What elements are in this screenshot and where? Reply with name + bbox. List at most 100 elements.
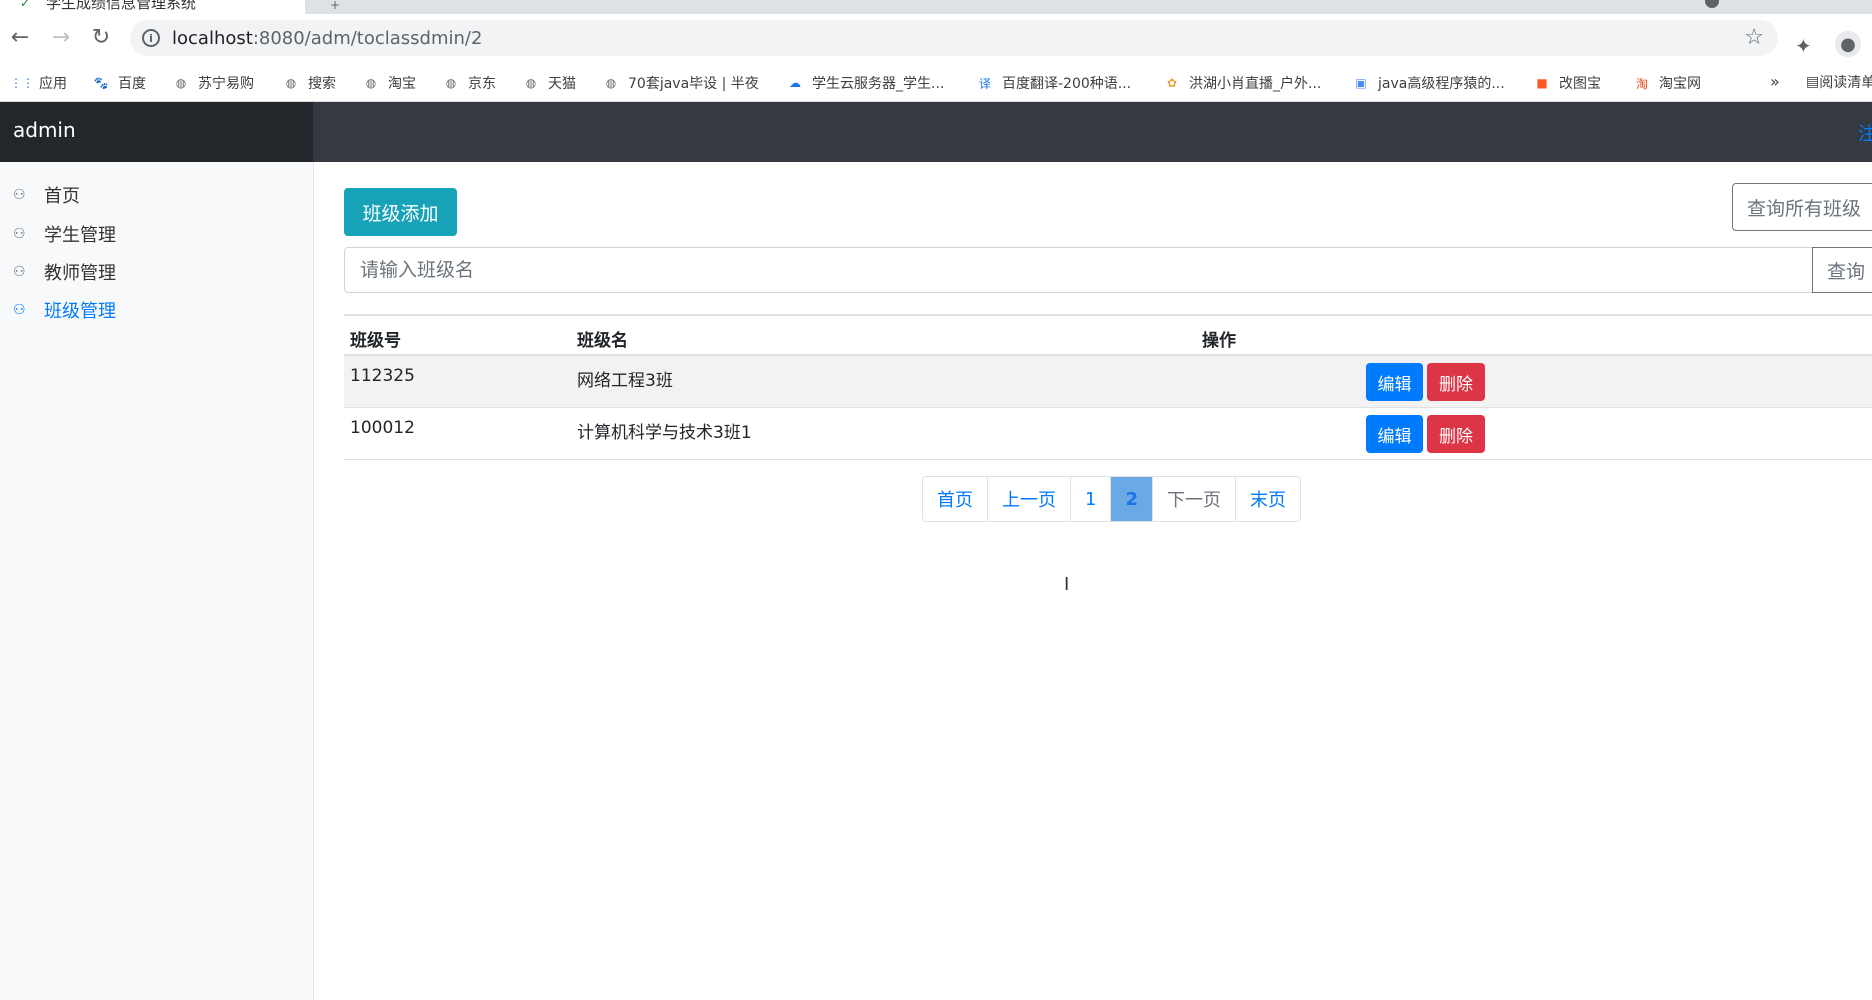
tab-title: 学生成绩信息管理系统: [46, 0, 197, 12]
edit-button[interactable]: 编辑: [1366, 415, 1423, 453]
bookmark-favicon-icon: ◍: [605, 76, 617, 90]
sidebar-item-label: 班级管理: [44, 301, 116, 322]
bookmark-item[interactable]: ◍ 天猫: [522, 72, 576, 94]
bookmark-label: 淘宝: [388, 76, 416, 92]
cell-class-name: 网络工程3班: [577, 371, 673, 391]
table-row: 112325 网络工程3班 编辑 删除: [344, 356, 1872, 408]
page-prev-link[interactable]: 上一页: [987, 477, 1070, 521]
bookmark-item[interactable]: ◍ 京东: [442, 72, 496, 94]
bookmark-item[interactable]: ⋮⋮ 应用: [10, 72, 67, 94]
reload-icon[interactable]: ↻: [88, 24, 114, 50]
people-icon: ⚇: [13, 226, 26, 242]
sidebar-item-label: 学生管理: [44, 225, 116, 246]
bookmark-favicon-icon: ☁: [789, 76, 801, 90]
delete-button[interactable]: 删除: [1427, 415, 1485, 453]
bookmark-item[interactable]: ■ 改图宝: [1533, 72, 1601, 94]
bookmark-item[interactable]: 译百度翻译-200种语...: [976, 72, 1131, 94]
bookmark-favicon-icon: ◍: [285, 76, 297, 90]
bookmark-favicon-icon: 淘: [1635, 76, 1648, 91]
people-icon: ⚇: [13, 264, 26, 280]
main-content: 班级添加 查询所有班级 查询 班级号 班级名 操作 112325网络工程3班编辑…: [314, 162, 1872, 1000]
bookmark-label: 京东: [468, 76, 496, 92]
sidebar-item[interactable]: ⚇ 首页: [13, 180, 80, 210]
people-icon: ⚇: [13, 187, 26, 203]
search-button[interactable]: 查询: [1812, 247, 1872, 293]
bookmark-label: 洪湖小肖直播_户外...: [1189, 76, 1322, 92]
bookmark-item[interactable]: ◍ 搜索: [282, 72, 336, 94]
bookmark-favicon-icon: ◍: [365, 76, 377, 90]
bookmark-label: 百度: [118, 76, 146, 92]
account-icon[interactable]: ●: [1835, 31, 1861, 57]
bookmark-favicon-icon: ⋮⋮: [10, 76, 34, 90]
bookmark-star-icon[interactable]: ☆: [1744, 25, 1764, 50]
bookmark-item[interactable]: ☁ 学生云服务器_学生...: [786, 72, 944, 94]
forward-arrow-icon[interactable]: →: [48, 24, 74, 50]
sidebar-item-label: 教师管理: [44, 263, 116, 284]
url-host: localhost: [172, 28, 253, 49]
reading-list-button[interactable]: ▤ 阅读清单: [1806, 72, 1872, 92]
bookmark-item[interactable]: ◍ 淘宝: [362, 72, 416, 94]
bookmark-item[interactable]: 淘淘宝网: [1633, 72, 1701, 94]
bookmark-item[interactable]: 🐾 百度: [92, 72, 146, 94]
cell-class-id: 100012: [350, 418, 415, 438]
class-name-search-input[interactable]: [344, 247, 1842, 293]
browser-tab[interactable]: ✓ 学生成绩信息管理系统: [0, 0, 305, 14]
address-bar[interactable]: i localhost:8080/adm/toclassdmin/2 ☆: [130, 20, 1778, 56]
top-navbar: admin 注销: [0, 102, 1872, 162]
sidebar-item[interactable]: ⚇ 教师管理: [13, 257, 116, 287]
sidebar: ⚇ 首页 ⚇ 学生管理 ⚇ 教师管理 ⚇ 班级管理: [0, 162, 314, 1000]
bookmark-favicon-icon: ▣: [1355, 76, 1367, 90]
class-table: 班级号 班级名 操作 112325 网络工程3班 编辑 删除 100012 计算机科学与技…: [344, 314, 1872, 460]
bookmark-label: 学生云服务器_学生...: [812, 76, 945, 92]
bookmark-item[interactable]: ✿ 洪湖小肖直播_户外...: [1163, 72, 1321, 94]
bookmark-label: 应用: [39, 76, 67, 92]
bookmark-item[interactable]: ◍ 70套java毕设 | 半夜: [602, 72, 759, 94]
extensions-puzzle-icon[interactable]: ✦: [1795, 34, 1812, 58]
bookmark-label: java高级程序猿的...: [1378, 76, 1505, 92]
url-text[interactable]: localhost:8080/adm/toclassdmin/2: [172, 28, 482, 49]
back-arrow-icon[interactable]: ←: [7, 24, 33, 50]
browser-toolbar: ← → ↻ i localhost:8080/adm/toclassdmin/2…: [0, 14, 1872, 64]
bookmark-label: 苏宁易购: [198, 76, 254, 92]
header-class-id: 班级号: [350, 331, 401, 351]
page-number-link[interactable]: 1: [1070, 477, 1111, 521]
page-next-link[interactable]: 下一页: [1151, 477, 1235, 521]
bookmark-item[interactable]: ▣ java高级程序猿的...: [1352, 72, 1505, 94]
bookmark-label: 搜索: [308, 76, 336, 92]
tab-favicon-icon: ✓: [20, 0, 31, 10]
text-cursor-icon: I: [1064, 574, 1070, 595]
bookmark-favicon-icon: ■: [1536, 76, 1548, 90]
delete-button[interactable]: 删除: [1427, 363, 1485, 401]
bookmark-favicon-icon: ◍: [175, 76, 187, 90]
sidebar-item[interactable]: ⚇ 班级管理: [13, 295, 116, 325]
browser-tabstrip: ✓ 学生成绩信息管理系统 +: [0, 0, 1872, 14]
people-icon: ⚇: [13, 302, 26, 318]
query-all-classes-button[interactable]: 查询所有班级: [1732, 183, 1872, 231]
table-body: 112325 网络工程3班 编辑 删除 100012 计算机科学与技术3班1 编辑 删除: [344, 356, 1872, 460]
bookmark-favicon-icon: ◍: [445, 76, 457, 90]
new-tab-icon[interactable]: +: [330, 0, 340, 12]
page-number-link[interactable]: 2: [1110, 477, 1152, 521]
table-row: 100012 计算机科学与技术3班1 编辑 删除: [344, 408, 1872, 460]
site-info-icon[interactable]: i: [142, 29, 160, 47]
bookmark-label: 淘宝网: [1659, 76, 1701, 92]
bookmarks-bar: ⋮⋮ 应用 🐾 百度 ◍ 苏宁易购 ◍ 搜索 ◍ 淘宝 ◍ 京东 ◍ 天猫 ◍ 70套java毕设 | 半夜 ☁…: [0, 64, 1872, 102]
header-actions: 操作: [1202, 331, 1236, 351]
signout-link[interactable]: 注销: [1858, 120, 1872, 146]
bookmark-favicon-icon: 🐾: [93, 76, 109, 90]
sidebar-item[interactable]: ⚇ 学生管理: [13, 219, 116, 249]
edit-button[interactable]: 编辑: [1366, 363, 1423, 401]
tab-search-icon[interactable]: [1705, 0, 1719, 8]
pagination: 首页 上一页 1 2 下一页 末页: [922, 476, 1301, 522]
bookmarks-overflow-button[interactable]: »: [1770, 72, 1780, 91]
bookmark-favicon-icon: 译: [978, 76, 991, 91]
page-last-link[interactable]: 末页: [1234, 477, 1300, 521]
page-first-link[interactable]: 首页: [923, 477, 987, 521]
bookmark-label: 天猫: [548, 76, 576, 92]
brand-admin[interactable]: admin: [0, 102, 313, 162]
bookmark-label: 改图宝: [1559, 76, 1601, 92]
table-header: 班级号 班级名 操作: [344, 316, 1872, 356]
bookmark-item[interactable]: ◍ 苏宁易购: [172, 72, 254, 94]
cell-class-name: 计算机科学与技术3班1: [577, 423, 752, 443]
add-class-button[interactable]: 班级添加: [344, 188, 457, 236]
